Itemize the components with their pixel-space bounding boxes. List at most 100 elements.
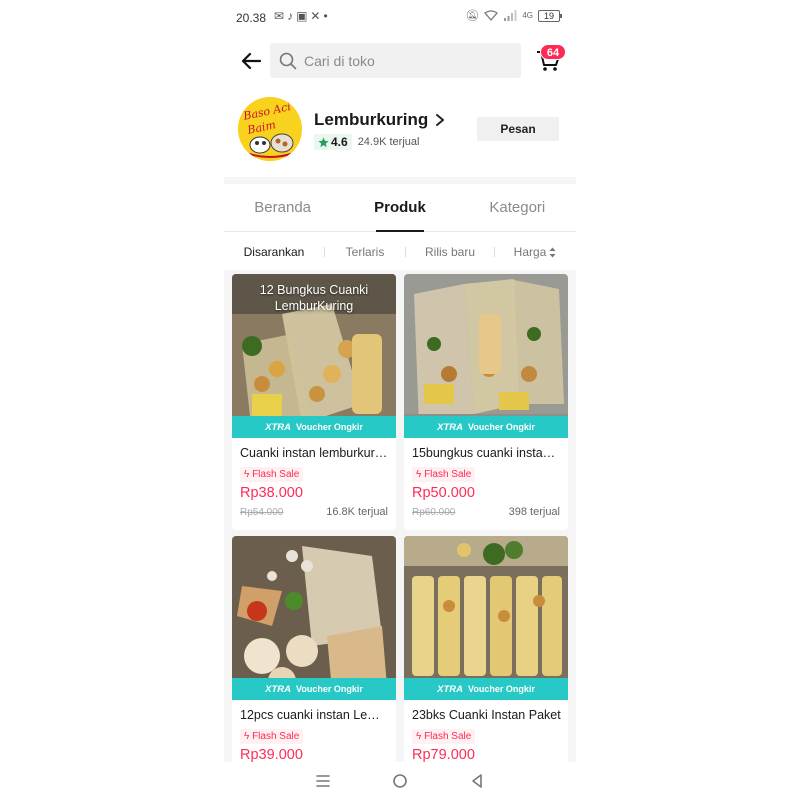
status-time: 20.38: [236, 11, 267, 25]
shop-name: Lemburkuring: [314, 110, 429, 129]
battery-icon: 19: [538, 9, 562, 22]
xtra-label: XTRA: [437, 421, 463, 433]
flash-sale-label: Flash Sale: [252, 731, 300, 742]
signal-icon: [504, 10, 517, 21]
flash-sale-badge: ϟ Flash Sale: [240, 467, 304, 482]
shop-name-link[interactable]: Lemburkuring: [314, 110, 446, 130]
tab-beranda[interactable]: Beranda: [224, 186, 341, 231]
shop-tabs: Beranda Produk Kategori: [224, 186, 576, 232]
xtra-label: XTRA: [265, 421, 291, 433]
product-original-price: Rp60.000: [412, 507, 456, 518]
product-image: XTRA Voucher Ongkir: [404, 274, 568, 438]
product-image: XTRA Voucher Ongkir: [404, 536, 568, 700]
product-original-price: Rp54.000: [240, 507, 284, 518]
search-icon: [279, 52, 297, 69]
menu-icon: [315, 775, 330, 787]
system-nav-bar: [224, 762, 576, 800]
product-title: 12pcs cuanki instan Lemburkuring: [240, 708, 390, 722]
sort-bar: Disarankan Terlaris Rilis baru Harga: [224, 234, 576, 270]
product-grid: 12 Bungkus Cuanki LemburKuring XTRA Vouc…: [224, 270, 576, 762]
voucher-label: Voucher Ongkir: [296, 684, 363, 694]
shop-logo[interactable]: Baso Aci Baim: [238, 97, 302, 161]
message-button[interactable]: Pesan: [477, 117, 559, 141]
voucher-ongkir-banner: XTRA Voucher Ongkir: [232, 416, 396, 438]
shop-meta: 4.6 24.9K terjual: [314, 134, 419, 150]
network-label: 4G: [522, 11, 533, 20]
voucher-label: Voucher Ongkir: [468, 684, 535, 694]
notification-icons: ✉♪▣✕•: [274, 9, 331, 23]
product-sold-count: 398 terjual: [508, 506, 560, 518]
status-bar: 20.38 ✉♪▣✕• 🔕︎ 4G 19: [224, 0, 576, 34]
sort-disarankan[interactable]: Disarankan: [224, 245, 324, 259]
back-button[interactable]: [238, 48, 264, 74]
chevron-right-icon: [436, 114, 445, 126]
product-image: XTRA Voucher Ongkir: [232, 536, 396, 700]
product-card[interactable]: XTRA Voucher Ongkir 12pcs cuanki instan …: [232, 536, 396, 762]
product-price: Rp50.000: [412, 485, 475, 501]
sort-terlaris[interactable]: Terlaris: [325, 245, 405, 259]
sort-rilis-baru[interactable]: Rilis baru: [406, 245, 494, 259]
shop-rating: 4.6: [331, 135, 348, 149]
product-card[interactable]: XTRA Voucher Ongkir 23bks Cuanki Instan …: [404, 536, 568, 762]
flash-sale-badge: ϟ Flash Sale: [412, 729, 476, 744]
product-photo: [404, 274, 568, 438]
home-circle-icon: [393, 774, 407, 788]
product-image: 12 Bungkus Cuanki LemburKuring XTRA Vouc…: [232, 274, 396, 438]
sort-harga-label: Harga: [513, 245, 547, 259]
voucher-ongkir-banner: XTRA Voucher Ongkir: [404, 416, 568, 438]
xtra-label: XTRA: [265, 683, 291, 695]
voucher-label: Voucher Ongkir: [468, 422, 535, 432]
system-back-button[interactable]: [465, 769, 489, 793]
cart-count-badge: 64: [540, 44, 566, 60]
lock-icon: ▣: [296, 9, 311, 23]
product-card[interactable]: XTRA Voucher Ongkir 15bungkus cuanki ins…: [404, 274, 568, 530]
product-card[interactable]: 12 Bungkus Cuanki LemburKuring XTRA Vouc…: [232, 274, 396, 530]
product-photo: [232, 536, 396, 700]
search-input[interactable]: [304, 52, 504, 69]
product-photo: [404, 536, 568, 700]
app-icon: ✕: [310, 9, 324, 23]
shop-sold-count: 24.9K terjual: [357, 136, 420, 148]
sort-arrows-icon: [549, 247, 556, 257]
xtra-label: XTRA: [437, 683, 463, 695]
voucher-ongkir-banner: XTRA Voucher Ongkir: [232, 678, 396, 700]
product-title: Cuanki instan lemburkuring 12 bungkus: [240, 446, 390, 460]
flash-sale-badge: ϟ Flash Sale: [240, 729, 304, 744]
wifi-icon: [484, 10, 499, 21]
lightning-icon: ϟ: [416, 731, 422, 742]
star-icon: [318, 136, 329, 147]
product-image-caption: 12 Bungkus Cuanki LemburKuring: [259, 283, 369, 313]
phone-screen: 20.38 ✉♪▣✕• 🔕︎ 4G 19 64 Baso Aci Baim: [224, 0, 576, 800]
product-price: Rp38.000: [240, 485, 303, 501]
sort-harga[interactable]: Harga: [495, 245, 575, 259]
lightning-icon: ϟ: [416, 469, 422, 480]
lightning-icon: ϟ: [244, 469, 250, 480]
status-right: 🔕︎ 4G 19: [465, 9, 562, 22]
flash-sale-label: Flash Sale: [424, 731, 472, 742]
flash-sale-label: Flash Sale: [424, 469, 472, 480]
arrow-left-icon: [241, 52, 262, 70]
flash-sale-label: Flash Sale: [252, 469, 300, 480]
voucher-label: Voucher Ongkir: [296, 422, 363, 432]
flash-sale-badge: ϟ Flash Sale: [412, 467, 476, 482]
lightning-icon: ϟ: [244, 731, 250, 742]
rating-chip: 4.6: [314, 134, 352, 150]
tab-kategori[interactable]: Kategori: [459, 186, 576, 231]
home-button[interactable]: [388, 769, 412, 793]
product-price: Rp39.000: [240, 747, 303, 762]
section-divider: [224, 177, 576, 184]
back-triangle-icon: [472, 774, 483, 788]
product-title: 15bungkus cuanki instan lemburkuring: [412, 446, 562, 460]
shop-logo-image: Baso Aci Baim: [238, 97, 302, 161]
mute-icon: 🔕︎: [465, 10, 480, 22]
product-price: Rp79.000: [412, 747, 475, 762]
recent-apps-button[interactable]: [311, 769, 335, 793]
product-sold-count: 16.8K terjual: [326, 506, 388, 518]
dot-icon: •: [323, 9, 331, 23]
tiktok-icon: ♪: [287, 9, 297, 23]
tab-produk[interactable]: Produk: [341, 186, 458, 231]
mail-icon: ✉: [274, 9, 288, 23]
search-bar[interactable]: [270, 43, 521, 78]
product-title: 23bks Cuanki Instan Paket: [412, 708, 561, 722]
battery-level: 19: [543, 10, 554, 21]
